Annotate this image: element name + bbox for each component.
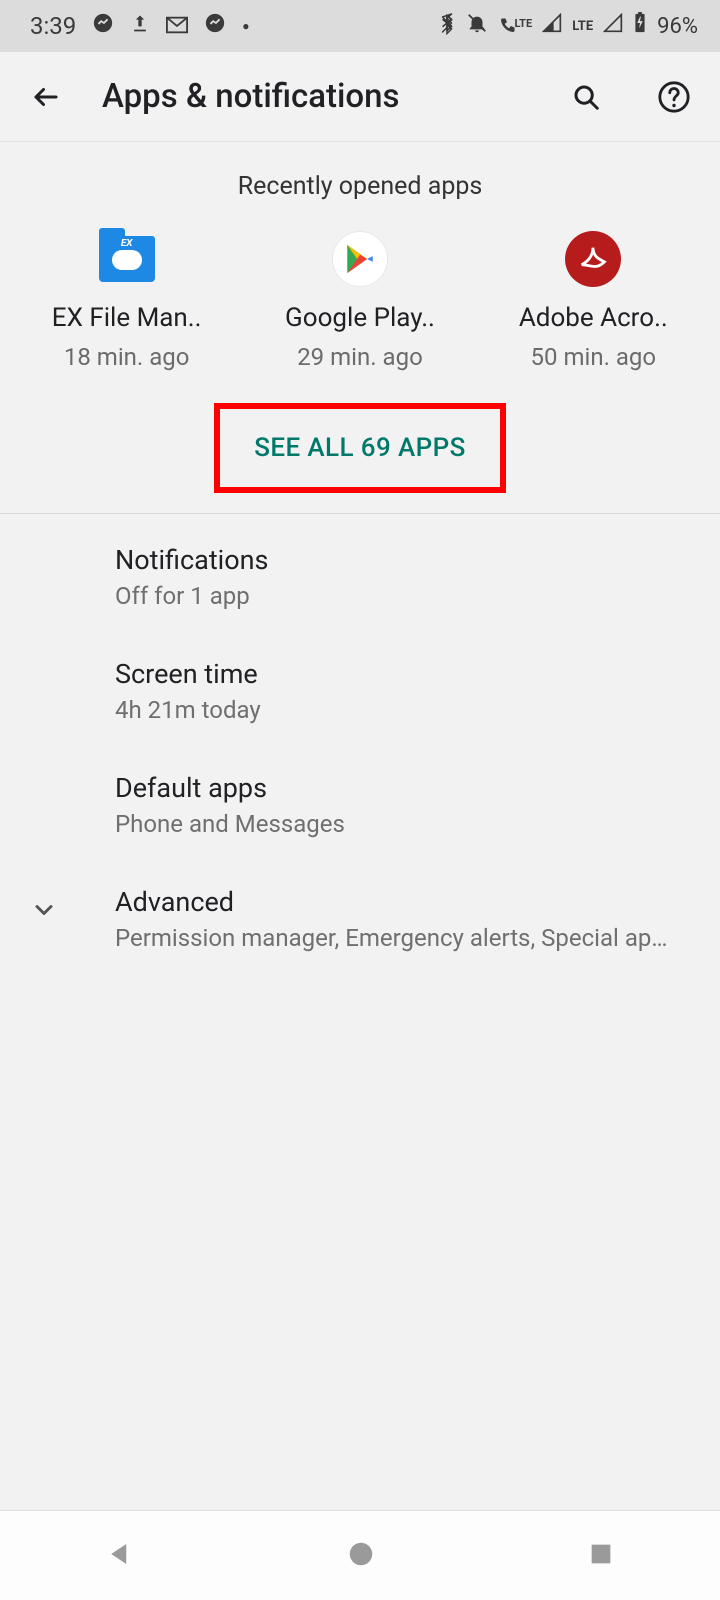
settings-list: Notifications Off for 1 app Screen time … [0,514,720,976]
signal2-icon [603,13,623,39]
app-name-label: EX File Man.. [52,303,202,333]
recent-apps-header: Recently opened apps [0,142,720,221]
page-title: Apps & notifications [102,77,530,116]
nav-recent-button[interactable] [587,1540,615,1572]
setting-title: Notifications [115,544,268,576]
adobe-acrobat-icon [565,231,621,287]
setting-subtitle: Permission manager, Emergency alerts, Sp… [115,924,675,952]
search-button[interactable] [566,77,606,117]
setting-notifications[interactable]: Notifications Off for 1 app [0,520,720,634]
dnd-off-icon [466,12,488,40]
setting-subtitle: Phone and Messages [115,810,345,838]
recent-app-ex-file-manager[interactable]: EX EX File Man.. 18 min. ago [11,231,242,371]
call-lte-icon: LTE [498,17,532,35]
signal1-icon [542,13,562,39]
recent-app-google-play[interactable]: Google Play.. 29 min. ago [244,231,475,371]
setting-advanced[interactable]: Advanced Permission manager, Emergency a… [0,862,720,976]
upload-icon [130,12,150,40]
see-all-apps-button[interactable]: SEE ALL 69 APPS [214,403,506,493]
messenger2-icon [204,12,226,40]
app-name-label: Adobe Acro.. [519,303,668,333]
chevron-down-icon [30,896,58,928]
recent-app-adobe-acrobat[interactable]: Adobe Acro.. 50 min. ago [478,231,709,371]
help-button[interactable] [654,77,694,117]
app-time-label: 50 min. ago [531,343,657,371]
navigation-bar [0,1510,720,1600]
lte-label: LTE [572,19,593,34]
battery-percent: 96% [657,14,698,39]
gmail-icon [166,12,188,40]
setting-title: Advanced [115,886,675,918]
battery-icon [633,12,647,40]
setting-subtitle: Off for 1 app [115,582,268,610]
setting-screen-time[interactable]: Screen time 4h 21m today [0,634,720,748]
setting-title: Default apps [115,772,345,804]
nav-back-button[interactable] [105,1539,135,1573]
more-dot-icon: ● [242,19,249,33]
back-button[interactable] [26,77,66,117]
google-play-icon [332,231,388,287]
setting-title: Screen time [115,658,261,690]
setting-subtitle: 4h 21m today [115,696,261,724]
app-time-label: 18 min. ago [64,343,190,371]
setting-default-apps[interactable]: Default apps Phone and Messages [0,748,720,862]
recent-apps-row: EX EX File Man.. 18 min. ago Google Play… [0,221,720,401]
app-bar: Apps & notifications [0,52,720,142]
messenger1-icon [92,12,114,40]
status-bar: 3:39 ● LTE LTE [0,0,720,52]
status-time: 3:39 [30,12,76,40]
app-time-label: 29 min. ago [297,343,423,371]
ex-file-manager-icon: EX [99,231,155,287]
bluetooth-icon [438,11,456,41]
app-name-label: Google Play.. [285,303,435,333]
nav-home-button[interactable] [346,1539,376,1573]
